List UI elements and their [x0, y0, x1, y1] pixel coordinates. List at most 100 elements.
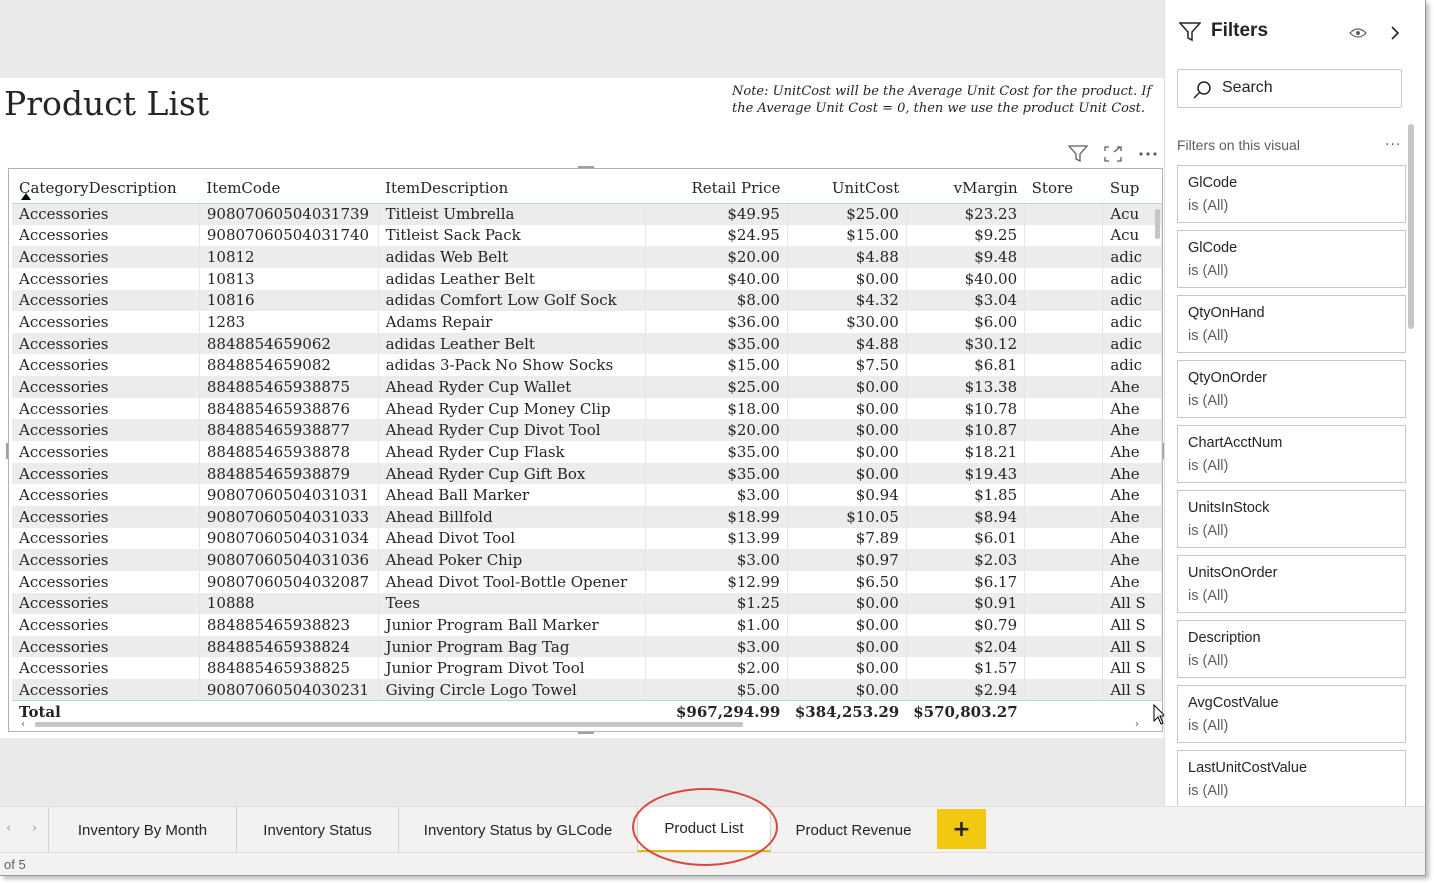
table-row[interactable]: Accessories 10812 adidas Web Belt $20.00 $4.…: [12, 246, 1162, 268]
column-header[interactable]: ItemDescription: [378, 173, 646, 204]
more-options-icon[interactable]: [1137, 144, 1159, 164]
filter-field-name: GlCode: [1188, 175, 1238, 191]
table-row[interactable]: Accessories 884885465938877 Ahead Ryder Cu…: [12, 419, 1162, 442]
table-cell: $12.99: [645, 570, 788, 593]
table-cell: 884885465938876: [199, 397, 379, 420]
table-row[interactable]: Accessories 884885465938878 Ahead Ryder Cu…: [12, 441, 1162, 463]
filter-card[interactable]: QtyOnOrder is (All): [1177, 360, 1406, 418]
column-header[interactable]: Retail Price: [645, 173, 788, 204]
column-header[interactable]: Store: [1024, 173, 1103, 204]
table-cell: All S: [1102, 614, 1162, 636]
table-row[interactable]: Accessories 1283 Adams Repair $36.00 $30.00 $…: [12, 311, 1162, 333]
table-cell: Ahe: [1102, 397, 1162, 420]
table-row[interactable]: Accessories 10813 adidas Leather Belt $40.0…: [12, 267, 1162, 290]
filters-more-options-icon[interactable]: ...: [1385, 133, 1401, 149]
search-placeholder: Search: [1222, 79, 1273, 96]
tab-product-revenue[interactable]: Product Revenue: [771, 807, 936, 853]
vertical-scrollbar[interactable]: [1155, 209, 1160, 239]
filter-card[interactable]: GlCode is (All): [1177, 230, 1406, 288]
column-header[interactable]: Sup: [1102, 173, 1162, 204]
scroll-left-icon[interactable]: ‹: [21, 719, 25, 730]
table-row[interactable]: Accessories 884885465938825 Junior Program…: [12, 657, 1162, 680]
table-row[interactable]: Accessories 8848854659062 adidas Leather B…: [12, 332, 1162, 355]
filter-card[interactable]: UnitsInStock is (All): [1177, 490, 1406, 548]
filter-card[interactable]: QtyOnHand is (All): [1177, 295, 1406, 353]
column-header[interactable]: UnitCost: [787, 173, 907, 204]
collapse-pane-icon[interactable]: [1389, 25, 1401, 41]
scroll-right-icon[interactable]: ›: [1135, 719, 1139, 730]
tab-inventory-status-by-glcode[interactable]: Inventory Status by GLCode: [399, 807, 638, 853]
filters-scrollbar[interactable]: [1408, 124, 1414, 329]
table-row[interactable]: Accessories 884885465938876 Ahead Ryder Cu…: [12, 397, 1162, 420]
table-row[interactable]: Accessories 884885465938879 Ahead Ryder Cu…: [12, 462, 1162, 485]
filter-search-input[interactable]: Search: [1177, 69, 1402, 108]
table-row[interactable]: Accessories 90807060504032087 Ahead Divot …: [12, 570, 1162, 593]
table-cell: $3.04: [906, 289, 1026, 312]
table-cell: $20.00: [645, 246, 788, 268]
column-header[interactable]: CategoryDescription: [12, 173, 200, 204]
table-cell: $2.00: [645, 657, 788, 680]
table-cell: $1.25: [645, 592, 788, 615]
table-row[interactable]: Accessories 90807060504031031 Ahead Ball M…: [12, 484, 1162, 506]
total-retail-price: $967,294.99: [645, 700, 788, 723]
product-table: CategoryDescription ItemCode ItemDescripti…: [12, 173, 1162, 723]
table-row[interactable]: Accessories 90807060504031034 Ahead Divot …: [12, 527, 1162, 550]
table-cell: Accessories: [12, 484, 200, 506]
table-cell: Titleist Umbrella: [378, 203, 646, 225]
product-table-visual[interactable]: CategoryDescription ItemCode ItemDescripti…: [8, 168, 1163, 732]
filter-field-value: is (All): [1188, 588, 1229, 604]
table-cell: [1024, 289, 1104, 312]
table-row[interactable]: Accessories 90807060504031033 Ahead Billfo…: [12, 505, 1162, 528]
table-row[interactable]: Accessories 10816 adidas Comfort Low Golf …: [12, 289, 1162, 312]
table-row[interactable]: Accessories 90807060504031740 Titleist Sac…: [12, 224, 1162, 247]
filter-field-value: is (All): [1188, 783, 1229, 799]
table-cell: Acu: [1102, 224, 1162, 247]
tab-scroll-right-icon[interactable]: ›: [32, 821, 37, 836]
table-row[interactable]: Accessories 884885465938823 Junior Program…: [12, 614, 1162, 636]
table-cell: Accessories: [12, 289, 200, 312]
page-title: Product List: [4, 84, 210, 123]
table-cell: $0.00: [787, 397, 907, 420]
column-header[interactable]: vMargin: [906, 173, 1025, 204]
filter-card[interactable]: LastUnitCostValue is (All): [1177, 750, 1406, 806]
table-cell: Ahe: [1102, 549, 1162, 571]
table-cell: 884885465938875: [199, 376, 379, 398]
column-header[interactable]: ItemCode: [199, 173, 379, 204]
horizontal-scrollbar[interactable]: [35, 722, 743, 727]
table-row[interactable]: Accessories 884885465938824 Junior Program…: [12, 635, 1162, 658]
table-cell: $5.00: [645, 679, 788, 701]
filter-card[interactable]: AvgCostValue is (All): [1177, 685, 1406, 743]
table-cell: adidas Leather Belt: [378, 267, 646, 290]
table-cell: [1024, 419, 1104, 442]
add-page-button[interactable]: +: [937, 809, 986, 849]
tab-inventory-status[interactable]: Inventory Status: [237, 807, 399, 853]
table-cell: $24.95: [645, 224, 788, 247]
filter-card[interactable]: ChartAcctNum is (All): [1177, 425, 1406, 483]
tab-inventory-by-month[interactable]: Inventory By Month: [48, 807, 237, 853]
table-cell: $15.00: [787, 224, 907, 247]
table-cell: Junior Program Bag Tag: [378, 635, 646, 658]
table-row[interactable]: Accessories 10888 Tees $1.25 $0.00 $0.91 All S: [12, 592, 1162, 615]
table-row[interactable]: Accessories 90807060504030231 Giving Circl…: [12, 679, 1162, 701]
filter-card[interactable]: UnitsOnOrder is (All): [1177, 555, 1406, 613]
filters-title: Filters: [1211, 20, 1269, 41]
table-row[interactable]: Accessories 90807060504031739 Titleist Umb…: [12, 203, 1162, 225]
filter-card[interactable]: GlCode is (All): [1177, 165, 1406, 223]
tab-scroll-left-icon[interactable]: ‹: [6, 821, 11, 836]
table-cell: $7.89: [787, 527, 907, 550]
table-cell: Accessories: [12, 614, 200, 636]
visual-filter-icon[interactable]: [1067, 144, 1089, 164]
table-cell: adic: [1102, 246, 1162, 268]
table-cell: $0.00: [787, 462, 907, 485]
filter-field-name: GlCode: [1188, 240, 1238, 256]
table-row[interactable]: Accessories 90807060504031036 Ahead Poker …: [12, 549, 1162, 571]
eye-icon[interactable]: [1349, 27, 1367, 39]
table-row[interactable]: Accessories 884885465938875 Ahead Ryder Cu…: [12, 376, 1162, 398]
focus-mode-icon[interactable]: [1102, 144, 1124, 164]
table-cell: $10.05: [787, 505, 907, 528]
table-cell: 90807060504032087: [199, 570, 379, 593]
filter-field-name: ChartAcctNum: [1188, 435, 1283, 451]
table-cell: 90807060504031034: [199, 527, 379, 550]
filter-card[interactable]: Description is (All): [1177, 620, 1406, 678]
table-row[interactable]: Accessories 8848854659082 adidas 3-Pack No…: [12, 354, 1162, 377]
